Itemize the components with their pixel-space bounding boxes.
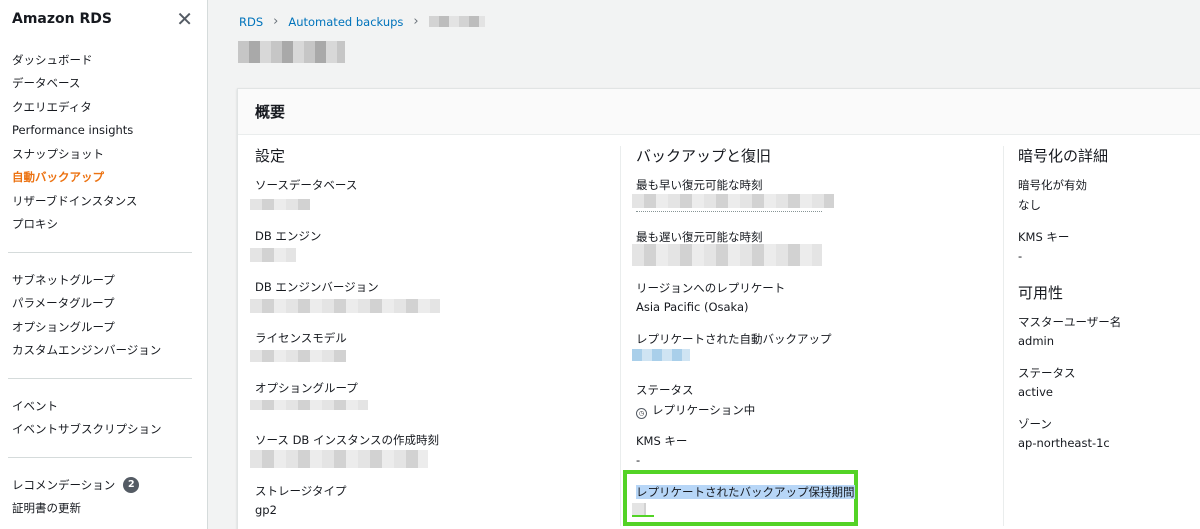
retention-period-underline	[632, 515, 654, 517]
storage-type-label: ストレージタイプ	[255, 484, 347, 498]
sidebar-item-query-editor[interactable]: クエリエディタ	[0, 95, 208, 119]
column-divider	[1003, 146, 1004, 526]
sidebar-group-misc: レコメンデーション 2 証明書の更新	[0, 473, 208, 520]
sidebar-item-databases[interactable]: データベース	[0, 72, 208, 96]
zone-value: ap-northeast-1c	[1018, 436, 1110, 450]
availability-status-label: ステータス	[1018, 366, 1076, 380]
breadcrumb-rds[interactable]: RDS	[239, 15, 263, 29]
license-model-value-redacted	[250, 350, 346, 362]
column-divider	[620, 146, 621, 526]
sidebar-item-option-groups[interactable]: オプショングループ	[0, 315, 208, 339]
kms-key-label: KMS キー	[636, 434, 688, 448]
sidebar-title: Amazon RDS	[12, 11, 112, 27]
sidebar-header: Amazon RDS ✕	[0, 0, 207, 38]
sidebar-item-snapshots[interactable]: スナップショット	[0, 142, 208, 166]
sidebar-item-custom-engine-versions[interactable]: カスタムエンジンバージョン	[0, 339, 208, 363]
page-title-redacted	[238, 41, 345, 63]
latest-restorable-value-redacted	[632, 244, 822, 266]
option-group-value-redacted	[250, 400, 368, 410]
chevron-right-icon: ›	[273, 14, 279, 29]
encryption-kms-label: KMS キー	[1018, 230, 1070, 244]
source-database-label: ソースデータベース	[255, 178, 358, 192]
encryption-kms-value: -	[1018, 249, 1023, 263]
sidebar-divider	[8, 252, 192, 253]
backup-heading: バックアップと復旧	[636, 147, 772, 165]
settings-heading: 設定	[255, 147, 286, 165]
sidebar-divider	[8, 457, 192, 458]
instance-create-time-label: ソース DB インスタンスの作成時刻	[255, 433, 440, 447]
earliest-restorable-value-redacted	[632, 194, 834, 208]
earliest-restorable-label: 最も早い復元可能な時刻	[636, 178, 763, 192]
region-replicate-value: Asia Pacific (Osaka)	[636, 300, 749, 314]
sidebar-divider	[8, 378, 192, 379]
encryption-heading: 暗号化の詳細	[1018, 147, 1109, 165]
db-engine-version-label: DB エンジンバージョン	[255, 280, 379, 294]
retention-period-label-text: レプリケートされたバックアップ保持期間	[636, 485, 855, 499]
latest-restorable-label: 最も遅い復元可能な時刻	[636, 230, 763, 244]
sidebar-group-events: イベント イベントサブスクリプション	[0, 394, 208, 441]
breadcrumb: RDS › Automated backups ›	[239, 14, 485, 29]
panel-title: 概要	[238, 89, 1200, 135]
replication-status-value: レプリケーション中	[652, 403, 756, 417]
breadcrumb-automated-backups[interactable]: Automated backups	[288, 15, 403, 29]
sidebar-item-reserved-instances[interactable]: リザーブドインスタンス	[0, 189, 208, 213]
replication-status: ◷ レプリケーション中	[636, 402, 755, 419]
availability-heading: 可用性	[1018, 284, 1064, 302]
source-database-value-redacted	[250, 199, 310, 210]
db-engine-label: DB エンジン	[255, 229, 322, 243]
sidebar: Amazon RDS ✕ ダッシュボード データベース クエリエディタ Perf…	[0, 0, 208, 529]
sidebar-item-label: レコメンデーション	[12, 477, 116, 492]
sidebar-item-event-subscriptions[interactable]: イベントサブスクリプション	[0, 418, 208, 442]
clock-icon: ◷	[636, 408, 647, 419]
replication-status-label: ステータス	[636, 383, 694, 397]
sidebar-item-subnet-groups[interactable]: サブネットグループ	[0, 268, 208, 292]
encryption-enabled-value: なし	[1018, 198, 1041, 212]
zone-label: ゾーン	[1018, 417, 1052, 431]
storage-type-value: gp2	[255, 503, 277, 517]
option-group-label: オプショングループ	[255, 381, 358, 395]
kms-key-value: -	[636, 453, 641, 467]
db-engine-version-value-redacted	[250, 299, 440, 313]
sidebar-item-events[interactable]: イベント	[0, 394, 208, 418]
sidebar-group-config: サブネットグループ パラメータグループ オプショングループ カスタムエンジンバー…	[0, 268, 208, 362]
retention-period-label: レプリケートされたバックアップ保持期間	[636, 484, 855, 500]
availability-status-value: active	[1018, 385, 1053, 399]
replicated-backup-label: レプリケートされた自動バックアップ	[636, 332, 832, 346]
replicated-backup-link-redacted[interactable]	[632, 349, 690, 361]
region-replicate-label: リージョンへのレプリケート	[636, 281, 786, 295]
chevron-right-icon: ›	[413, 14, 419, 29]
db-engine-value-redacted	[250, 248, 296, 262]
sidebar-item-certificate-update[interactable]: 証明書の更新	[0, 497, 208, 521]
instance-create-time-value-redacted	[250, 450, 428, 468]
close-icon[interactable]: ✕	[176, 9, 193, 29]
sidebar-item-dashboard[interactable]: ダッシュボード	[0, 48, 208, 72]
sidebar-item-automated-backups[interactable]: 自動バックアップ	[0, 166, 208, 190]
sidebar-item-parameter-groups[interactable]: パラメータグループ	[0, 292, 208, 316]
sidebar-item-recommendations[interactable]: レコメンデーション 2	[0, 473, 208, 497]
license-model-label: ライセンスモデル	[255, 331, 347, 345]
sidebar-group-main: ダッシュボード データベース クエリエディタ Performance insig…	[0, 48, 208, 236]
recommendation-count-badge: 2	[123, 476, 140, 493]
breadcrumb-current-redacted	[428, 16, 485, 27]
sidebar-item-proxies[interactable]: プロキシ	[0, 213, 208, 237]
master-user-label: マスターユーザー名	[1018, 315, 1122, 329]
master-user-value: admin	[1018, 334, 1055, 348]
encryption-enabled-label: 暗号化が有効	[1018, 178, 1087, 192]
sidebar-item-performance-insights[interactable]: Performance insights	[0, 119, 208, 143]
earliest-restorable-underline	[636, 211, 822, 212]
